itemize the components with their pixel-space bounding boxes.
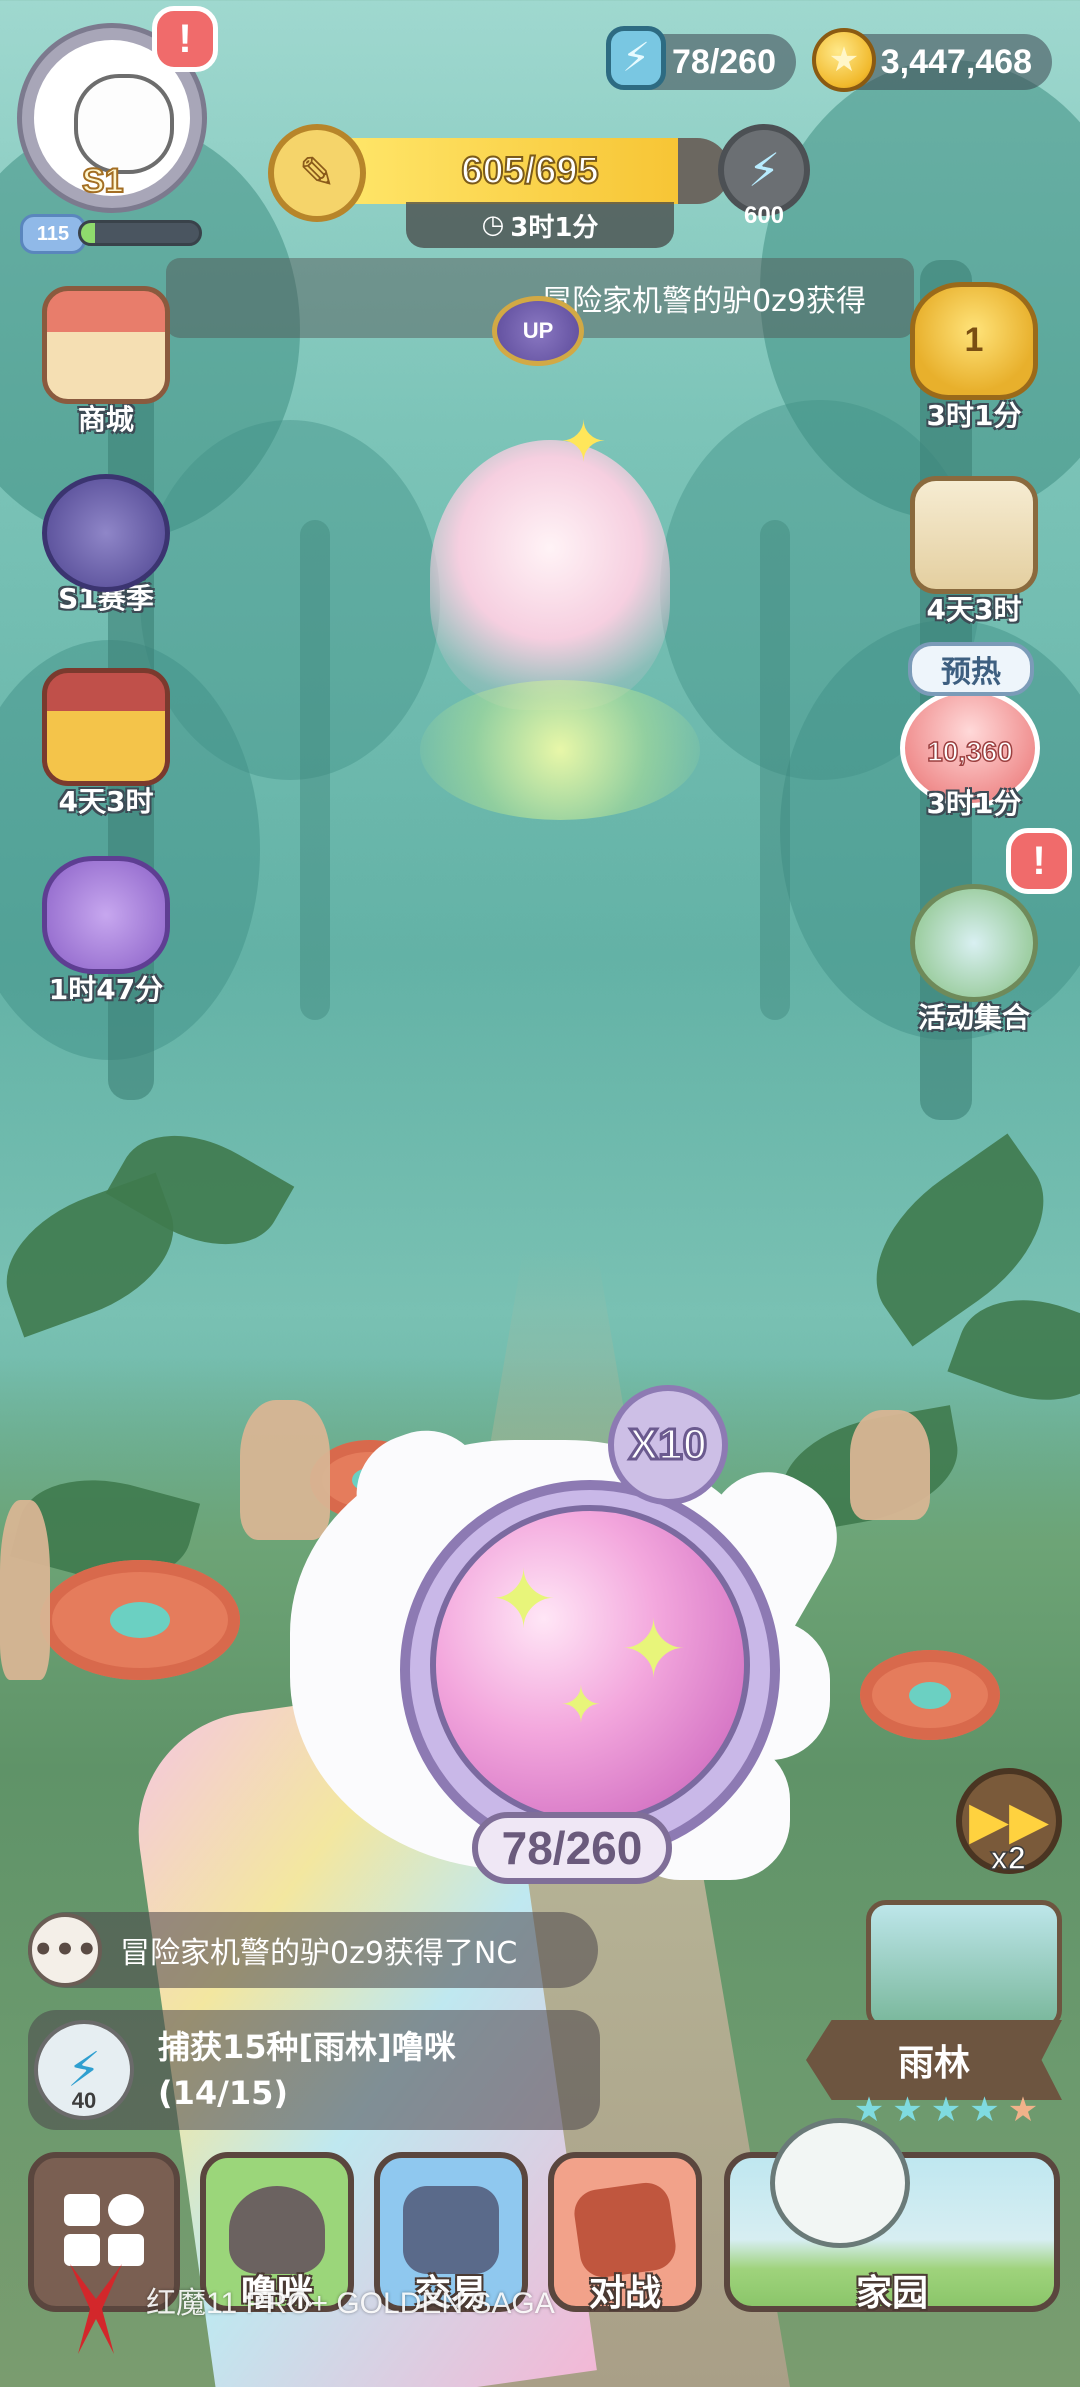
player-xp-bar (78, 220, 202, 246)
season-badge: S1 (81, 161, 125, 201)
quest-scroll-icon[interactable]: ✎ (268, 124, 366, 222)
map-button[interactable]: 4天3时 (894, 476, 1054, 626)
trophy-button[interactable]: 1 3时1分 (894, 282, 1054, 432)
region-thumbnail[interactable] (866, 1900, 1062, 2030)
mission-progress: (14/15) (158, 2074, 288, 2112)
trade-stall-icon (403, 2186, 499, 2274)
treasure-timer: 4天3时 (58, 785, 154, 818)
mission-reward: 40 (71, 2088, 97, 2113)
mission-title: 捕获15种[雨林]噜咪 (158, 2028, 456, 2066)
region-name-banner[interactable]: 雨林 (806, 2020, 1062, 2100)
bonus-energy-value: 600 (743, 202, 785, 229)
orb-star-icon: ✦ (620, 1603, 688, 1696)
star-filled-icon: ★ (930, 2090, 962, 2130)
gift-event-timer: 1时47分 (48, 973, 164, 1006)
avatar-alert-icon: ! (152, 6, 218, 72)
shop-label: 商城 (77, 403, 134, 436)
preheat-label: 预热 (908, 642, 1034, 696)
events-label: 活动集合 (917, 1001, 1030, 1034)
device-watermark: 红魔11 PRO+ GOLDEN SAGA (146, 2287, 555, 2320)
season-button[interactable]: 67天3时 S1赛季 (26, 474, 186, 615)
home-pet-icon (770, 2118, 910, 2248)
tree-glow-base (420, 680, 700, 820)
nav-home[interactable]: 家园 (724, 2118, 1060, 2314)
multiplier-button[interactable]: X10 (608, 1385, 728, 1505)
energy-bolt-icon: ⚡ (606, 26, 666, 90)
shop-button[interactable]: 商城 (26, 286, 186, 436)
glowing-tree (430, 440, 670, 710)
gift-event-button[interactable]: 1时47分 (26, 856, 186, 1006)
sparkle-icon: ✦ (560, 410, 607, 475)
player-level-badge: 115 (20, 214, 86, 254)
capture-orb-button[interactable] (430, 1505, 750, 1825)
brand-logo-icon (70, 2264, 122, 2354)
star-filled-icon: ★ (969, 2090, 1000, 2130)
up-badge[interactable]: UP (492, 296, 584, 366)
star-filled-icon: ★ (892, 2090, 923, 2130)
orb-star-icon: ✦ (490, 1553, 558, 1646)
nav-battle-label: 对战 (588, 2273, 661, 2314)
star-empty-icon: ★ (1007, 2090, 1039, 2130)
events-button[interactable]: 活动集合 (894, 884, 1054, 1034)
mission-text: 捕获15种[雨林]噜咪 (14/15) (158, 2024, 456, 2116)
nav-battle[interactable]: 对战 (548, 2152, 702, 2314)
shop-icon (42, 286, 170, 404)
avatar-bear-face (74, 74, 174, 174)
pet-bowl-icon (229, 2186, 325, 2274)
quest-progress-text: 605/695 (460, 149, 599, 193)
treasure-chest-icon (42, 668, 170, 786)
trophy-rank: 1 (964, 321, 984, 359)
events-wreath-icon (910, 884, 1038, 1002)
chat-bar[interactable]: ••• 冒险家机警的驴0z9获得了NC (28, 1912, 598, 1988)
player-xp-fill (81, 223, 96, 243)
multiplier-label: X10 (627, 1419, 708, 1471)
menu-grid-icon (56, 2186, 152, 2274)
trophy-icon: 1 (910, 282, 1038, 400)
trophy-timer: 3时1分 (926, 399, 1022, 432)
chat-more-icon[interactable]: ••• (28, 1913, 102, 1987)
speed-label: x2 (989, 1839, 1026, 1877)
orb-star-icon: ✦ (560, 1676, 602, 1734)
nav-home-label: 家园 (855, 2273, 928, 2314)
season-knight-icon (42, 474, 170, 592)
quest-timer: ◷ 3时1分 (406, 202, 674, 248)
coin-icon: ★ (812, 28, 876, 92)
chat-message: 冒险家机警的驴0z9获得了NC (120, 1936, 518, 1971)
clock-icon: ◷ (481, 210, 505, 240)
mission-panel[interactable]: ⚡ 40 捕获15种[雨林]噜咪 (14/15) (28, 2010, 600, 2130)
treasure-chest-button[interactable]: 4天3时 (26, 668, 186, 818)
preheat-timer: 3时1分 (926, 787, 1022, 820)
map-timer: 4天3时 (926, 593, 1022, 626)
map-scroll-icon (910, 476, 1038, 594)
orb-count: 78/260 (472, 1812, 672, 1884)
preheat-value: 10,360 (926, 735, 1013, 768)
gift-basket-icon (42, 856, 170, 974)
